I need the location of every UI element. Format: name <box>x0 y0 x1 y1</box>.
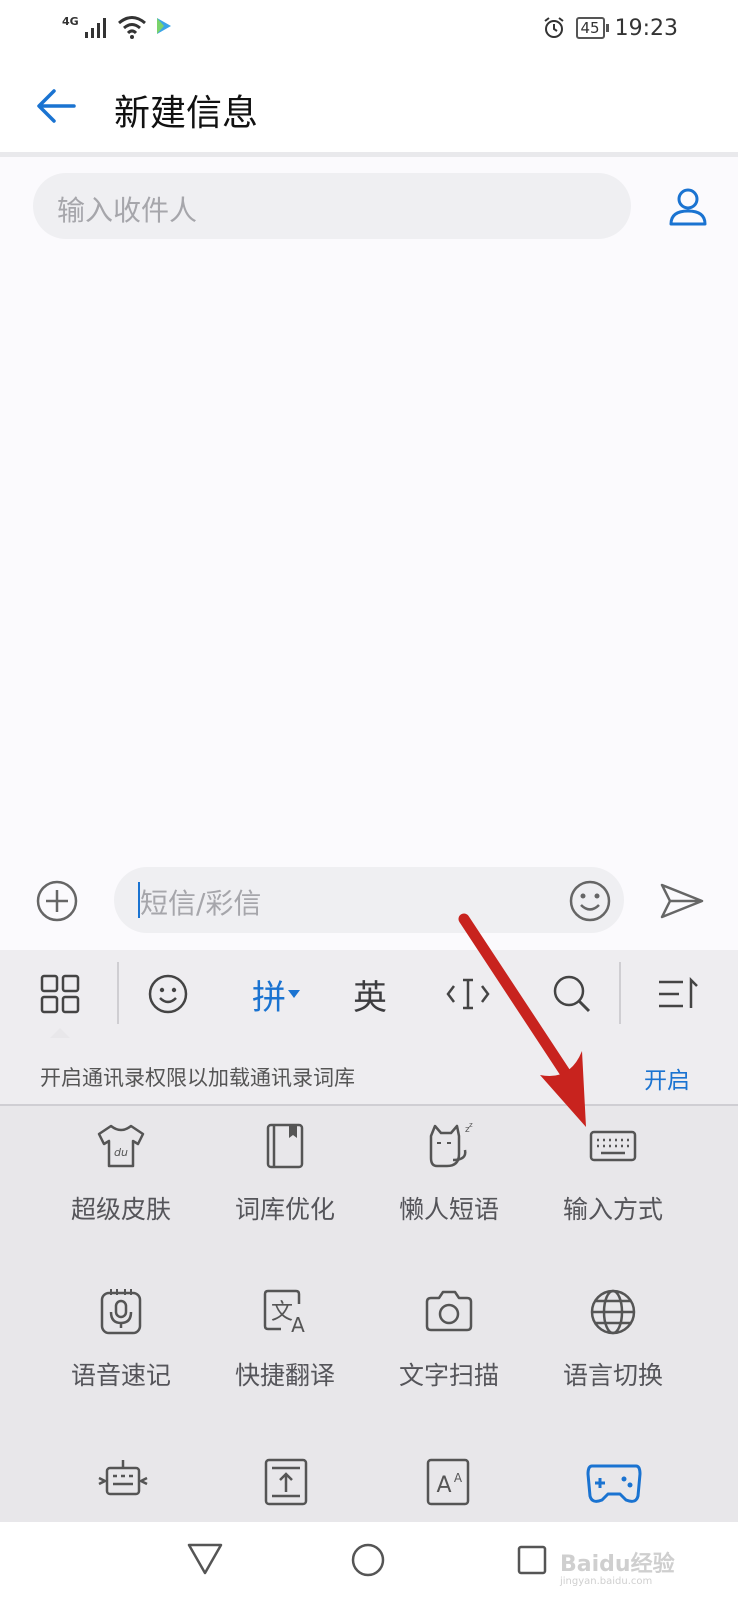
svg-text:du: du <box>114 1146 128 1159</box>
tile-super-skin[interactable]: du 超级皮肤 <box>46 1120 196 1226</box>
enable-permission-button[interactable]: 开启 <box>644 1061 690 1095</box>
font-size-icon[interactable]: A A <box>420 1456 476 1512</box>
toolbar-english-button[interactable]: 英 <box>330 950 410 1038</box>
status-right: 45 19:23 <box>542 10 678 46</box>
game-keyboard-icon[interactable] <box>584 1456 644 1512</box>
network-label: 4G <box>62 14 79 28</box>
toolbar-pinyin-button[interactable]: 拼 <box>236 950 316 1038</box>
watermark-subtext: jingyan.baidu.com <box>560 1576 653 1587</box>
tile-text-scan[interactable]: 文字扫描 <box>374 1286 524 1392</box>
battery-indicator: 45 <box>575 17 609 39</box>
tshirt-icon: du <box>95 1120 147 1172</box>
tile-label: 快捷翻译 <box>234 1361 335 1390</box>
add-attachment-icon[interactable] <box>36 880 78 922</box>
contact-picker-icon[interactable] <box>668 187 708 227</box>
camera-icon <box>423 1286 475 1338</box>
recipient-input[interactable]: 输入收件人 <box>33 173 631 239</box>
upload-text-icon[interactable] <box>258 1456 314 1512</box>
svg-text:A: A <box>436 1473 451 1498</box>
recents-square-icon[interactable] <box>516 1544 548 1576</box>
send-icon[interactable] <box>660 883 704 919</box>
recipient-placeholder: 输入收件人 <box>57 194 198 227</box>
robot-icon[interactable] <box>95 1456 151 1512</box>
watermark: Baidu经验 jingyan.baidu.com <box>560 1546 675 1587</box>
wifi-icon <box>117 16 146 39</box>
translate-icon: 文 A <box>259 1286 311 1338</box>
grid-icon <box>40 974 80 1014</box>
tile-quick-translate[interactable]: 文 A 快捷翻译 <box>210 1286 360 1392</box>
svg-text:A: A <box>291 1313 305 1337</box>
toolbar-divider <box>619 962 621 1024</box>
book-icon <box>259 1120 311 1172</box>
header-divider <box>0 152 738 157</box>
voice-memo-icon <box>95 1286 147 1338</box>
toolbar-emoji-button[interactable] <box>128 950 208 1038</box>
smiley-icon <box>148 974 188 1014</box>
back-triangle-icon[interactable] <box>186 1542 224 1576</box>
tile-input-method[interactable]: 输入方式 <box>538 1120 688 1226</box>
dropdown-caret-icon <box>288 990 300 998</box>
tile-label: 超级皮肤 <box>70 1195 171 1224</box>
collapse-keyboard-icon <box>659 976 698 1008</box>
tile-label: 语言切换 <box>562 1361 663 1390</box>
tile-label: 词库优化 <box>234 1195 335 1224</box>
toolbar-divider <box>117 962 119 1024</box>
toolbar-grid-button[interactable] <box>20 950 100 1038</box>
watermark-text: Baidu经验 <box>560 1552 675 1577</box>
app-notification-icon <box>156 18 171 34</box>
clock: 19:23 <box>614 15 678 41</box>
home-circle-icon[interactable] <box>350 1542 386 1578</box>
pinyin-label: 拼 <box>252 977 286 1018</box>
tile-label: 语音速记 <box>70 1361 171 1390</box>
tile-label: 输入方式 <box>562 1195 663 1224</box>
toolbar-collapse-button[interactable] <box>638 950 718 1038</box>
signal-icon <box>84 18 106 38</box>
page-title: 新建信息 <box>114 93 259 134</box>
status-left: 4G <box>62 12 173 42</box>
message-placeholder: 短信/彩信 <box>140 887 262 920</box>
tile-label: 懒人短语 <box>398 1195 499 1224</box>
tile-dictionary[interactable]: 词库优化 <box>210 1120 360 1226</box>
svg-text:文: 文 <box>271 1300 293 1325</box>
english-label: 英 <box>353 977 387 1018</box>
tile-voice-memo[interactable]: 语音速记 <box>46 1286 196 1392</box>
notice-text: 开启通讯录权限以加载通讯录词库 <box>40 1066 355 1090</box>
alarm-icon <box>543 17 564 38</box>
tile-lazy-phrases[interactable]: z z 懒人短语 <box>374 1120 524 1226</box>
svg-text:A: A <box>454 1471 463 1485</box>
back-arrow-icon[interactable] <box>36 86 76 126</box>
tile-label: 文字扫描 <box>398 1361 499 1390</box>
tile-language-switch[interactable]: 语言切换 <box>538 1286 688 1392</box>
globe-icon <box>587 1286 639 1338</box>
annotation-arrow <box>458 913 586 1127</box>
app-header <box>0 56 738 152</box>
